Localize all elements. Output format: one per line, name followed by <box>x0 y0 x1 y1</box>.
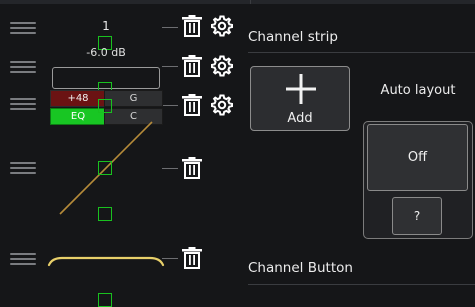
help-button[interactable]: ? <box>392 197 442 235</box>
trash-icon[interactable] <box>180 54 204 78</box>
trash-icon[interactable] <box>180 246 204 270</box>
section-divider <box>248 284 475 285</box>
element-marker[interactable] <box>98 207 112 221</box>
drag-handle-icon[interactable] <box>10 61 36 73</box>
connector-line <box>162 105 178 106</box>
connector-line <box>162 66 178 67</box>
channel-button-title: Channel Button <box>248 260 353 276</box>
trash-icon[interactable] <box>180 93 204 117</box>
trash-icon[interactable] <box>180 14 204 38</box>
connector-line <box>162 27 178 28</box>
trash-icon[interactable] <box>180 156 204 180</box>
g-button[interactable]: G <box>104 90 163 107</box>
gear-icon[interactable] <box>210 54 234 78</box>
drag-handle-icon[interactable] <box>10 253 36 265</box>
pan-arc[interactable] <box>46 252 166 274</box>
gain-readout: -6.0 dB <box>86 46 126 59</box>
auto-layout-toggle[interactable]: Off <box>367 124 468 191</box>
channel-number: 1 <box>102 19 110 33</box>
element-marker[interactable] <box>98 161 112 175</box>
drag-handle-icon[interactable] <box>10 162 36 174</box>
auto-layout-label: Auto layout <box>380 83 456 98</box>
element-marker[interactable] <box>98 293 112 307</box>
top-divider <box>0 0 475 4</box>
gear-icon[interactable] <box>210 93 234 117</box>
gear-icon[interactable] <box>210 14 234 38</box>
element-marker[interactable] <box>98 99 112 113</box>
drag-handle-icon[interactable] <box>10 98 36 110</box>
section-divider <box>248 52 475 53</box>
add-label: Add <box>287 111 313 126</box>
channel-strip-title: Channel strip <box>248 29 338 45</box>
drag-handle-icon[interactable] <box>10 22 36 34</box>
plus-icon <box>286 74 316 104</box>
connector-line <box>162 168 178 169</box>
